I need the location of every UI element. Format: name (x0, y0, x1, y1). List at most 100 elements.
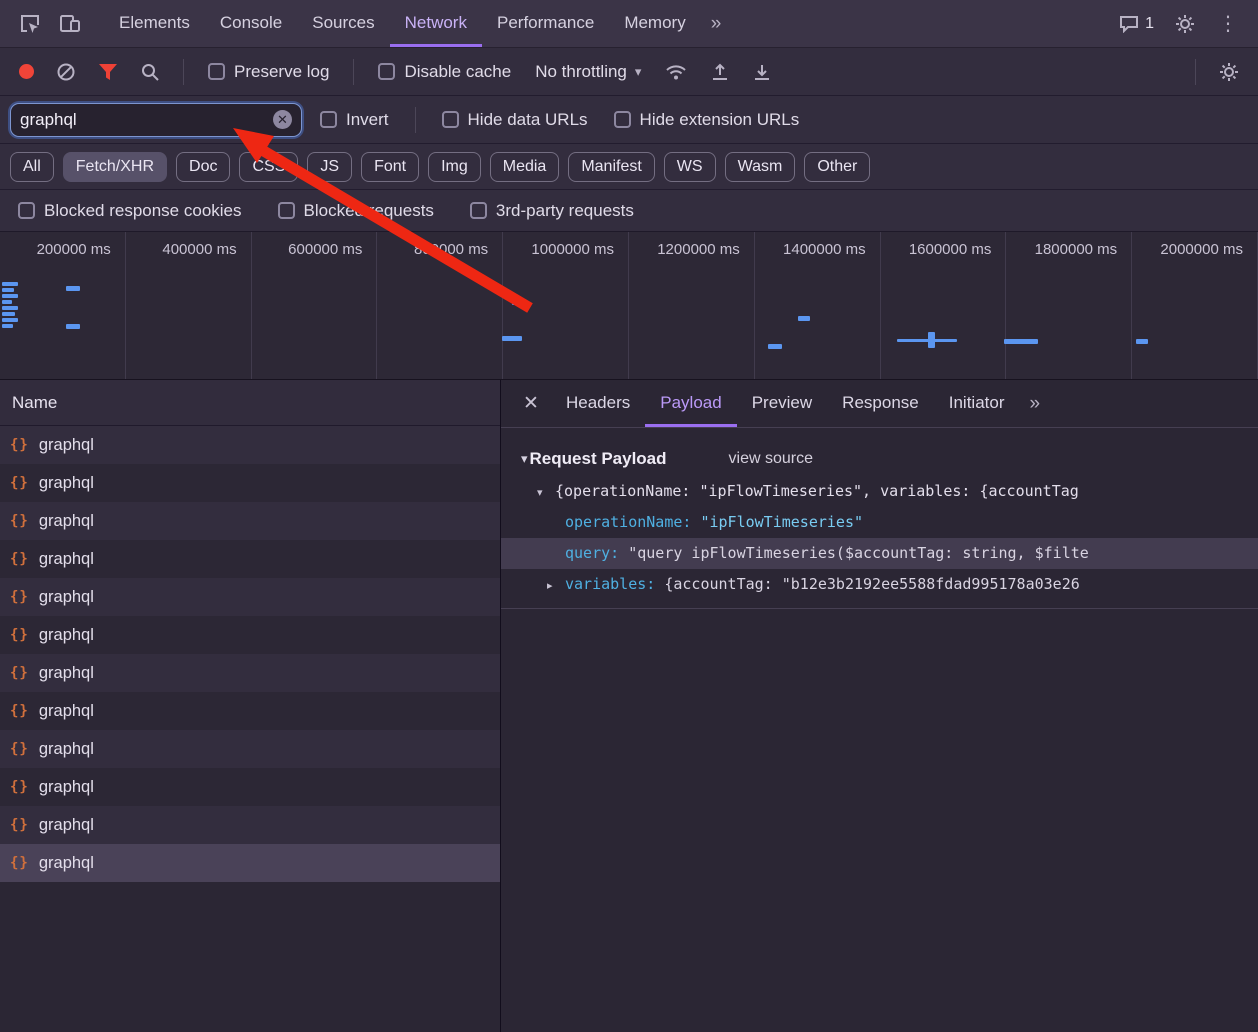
requests-list: {}graphql{}graphql{}graphql{}graphql{}gr… (0, 426, 500, 1032)
checkbox[interactable] (208, 63, 225, 80)
filter-chip-manifest[interactable]: Manifest (568, 152, 654, 182)
disclosure-triangle-icon[interactable]: ▾ (537, 478, 555, 507)
payload-line[interactable]: ▸variables: {accountTag: "b12e3b2192ee55… (501, 569, 1258, 600)
message-count: 1 (1145, 15, 1154, 33)
detail-tab-initiator[interactable]: Initiator (934, 380, 1020, 427)
filter-chip-other[interactable]: Other (804, 152, 870, 182)
filter-row: ✕ Invert Hide data URLs Hide extension U… (0, 96, 1258, 144)
payload-line[interactable]: ▾{operationName: "ipFlowTimeseries", var… (501, 476, 1258, 507)
timeline-tick: 1800000 ms (1006, 232, 1132, 379)
payload-line[interactable]: operationName: "ipFlowTimeseries" (501, 507, 1258, 538)
request-row[interactable]: {}graphql (0, 730, 500, 768)
waterfall-bar (2, 318, 18, 322)
tab-network[interactable]: Network (390, 0, 482, 47)
checkbox[interactable] (614, 111, 631, 128)
request-type-filters: All Fetch/XHR Doc CSS JS Font Img Media Manifest… (0, 144, 1258, 190)
checkbox[interactable] (278, 202, 295, 219)
timeline-tick: 1000000 ms (503, 232, 629, 379)
kebab-menu-icon[interactable]: ⋮ (1208, 11, 1248, 36)
detail-tab-strip: ✕ HeadersPayloadPreviewResponseInitiator… (501, 380, 1258, 428)
settings-gear-icon[interactable] (1166, 14, 1204, 34)
device-toolbar-icon[interactable] (50, 14, 90, 34)
filter-chip-wasm[interactable]: Wasm (725, 152, 796, 182)
filter-input[interactable] (20, 110, 273, 130)
preserve-log-checkbox[interactable]: Preserve log (200, 62, 337, 82)
json-braces-icon: {} (10, 741, 29, 757)
tab-console[interactable]: Console (205, 0, 297, 47)
import-har-icon[interactable] (703, 62, 737, 82)
network-conditions-icon[interactable] (657, 62, 695, 82)
option-checkbox-blocked-requests[interactable]: Blocked requests (270, 201, 442, 221)
request-row[interactable]: {}graphql (0, 426, 500, 464)
network-overview-timeline[interactable]: 200000 ms400000 ms600000 ms800000 ms1000… (0, 232, 1258, 380)
inspect-element-icon[interactable] (10, 13, 50, 35)
filter-chip-css[interactable]: CSS (239, 152, 298, 182)
option-checkbox-3rd-party-requests[interactable]: 3rd-party requests (462, 201, 642, 221)
tab-sources[interactable]: Sources (297, 0, 389, 47)
detail-tabs: HeadersPayloadPreviewResponseInitiator (551, 380, 1019, 427)
filter-chip-js[interactable]: JS (307, 152, 352, 182)
detail-tab-response[interactable]: Response (827, 380, 934, 427)
checkbox[interactable] (442, 111, 459, 128)
throttling-value: No throttling (535, 62, 627, 82)
request-row[interactable]: {}graphql (0, 768, 500, 806)
hide-data-urls-checkbox[interactable]: Hide data URLs (434, 110, 596, 130)
filter-chip-ws[interactable]: WS (664, 152, 716, 182)
detail-tab-headers[interactable]: Headers (551, 380, 645, 427)
hide-extension-urls-checkbox[interactable]: Hide extension URLs (606, 110, 808, 130)
option-checkbox-blocked-response-cookies[interactable]: Blocked response cookies (10, 201, 250, 221)
record-button[interactable] (19, 64, 34, 79)
timeline-tick: 1600000 ms (881, 232, 1007, 379)
export-har-icon[interactable] (745, 62, 779, 82)
request-row[interactable]: {}graphql (0, 464, 500, 502)
invert-label: Invert (346, 110, 389, 130)
invert-checkbox[interactable]: Invert (312, 110, 397, 130)
section-collapse-triangle-icon[interactable]: ▾ (521, 451, 528, 467)
disable-cache-checkbox[interactable]: Disable cache (370, 62, 519, 82)
payload-key: query: (565, 544, 619, 562)
checkbox[interactable] (18, 202, 35, 219)
payload-line[interactable]: query: "query ipFlowTimeseries($accountT… (501, 538, 1258, 569)
waterfall-bar (897, 339, 957, 342)
clear-network-log-icon[interactable] (49, 62, 83, 82)
request-row[interactable]: {}graphql (0, 578, 500, 616)
request-name: graphql (39, 474, 94, 493)
json-braces-icon: {} (10, 779, 29, 795)
network-settings-gear-icon[interactable] (1212, 62, 1246, 82)
checkbox[interactable] (470, 202, 487, 219)
request-row[interactable]: {}graphql (0, 806, 500, 844)
throttling-dropdown[interactable]: No throttling ▾ (527, 62, 649, 82)
payload-key: operationName: (565, 513, 691, 531)
more-detail-tabs-chevron[interactable]: » (1019, 393, 1050, 415)
request-row[interactable]: {}graphql (0, 692, 500, 730)
view-source-link[interactable]: view source (729, 450, 813, 468)
chevron-down-icon: ▾ (635, 64, 642, 80)
filter-chip-font[interactable]: Font (361, 152, 419, 182)
checkbox[interactable] (378, 63, 395, 80)
search-icon[interactable] (133, 62, 167, 82)
close-detail-icon[interactable]: ✕ (511, 392, 551, 415)
detail-tab-preview[interactable]: Preview (737, 380, 827, 427)
request-row[interactable]: {}graphql (0, 844, 500, 882)
tab-memory[interactable]: Memory (609, 0, 700, 47)
separator (1195, 59, 1196, 85)
request-row[interactable]: {}graphql (0, 616, 500, 654)
disclosure-triangle-icon[interactable]: ▸ (547, 571, 565, 600)
tab-performance[interactable]: Performance (482, 0, 609, 47)
request-row[interactable]: {}graphql (0, 540, 500, 578)
checkbox[interactable] (320, 111, 337, 128)
filter-chip-fetch-xhr[interactable]: Fetch/XHR (63, 152, 167, 182)
filter-chip-all[interactable]: All (10, 152, 54, 182)
request-row[interactable]: {}graphql (0, 502, 500, 540)
name-column-header[interactable]: Name (0, 380, 500, 426)
console-messages-button[interactable]: 1 (1111, 15, 1162, 33)
detail-tab-payload[interactable]: Payload (645, 380, 736, 427)
filter-funnel-icon[interactable] (91, 63, 125, 81)
filter-chip-doc[interactable]: Doc (176, 152, 230, 182)
request-row[interactable]: {}graphql (0, 654, 500, 692)
more-tabs-chevron[interactable]: » (701, 13, 732, 35)
filter-chip-img[interactable]: Img (428, 152, 481, 182)
clear-filter-icon[interactable]: ✕ (273, 110, 292, 129)
filter-chip-media[interactable]: Media (490, 152, 560, 182)
tab-elements[interactable]: Elements (104, 0, 205, 47)
